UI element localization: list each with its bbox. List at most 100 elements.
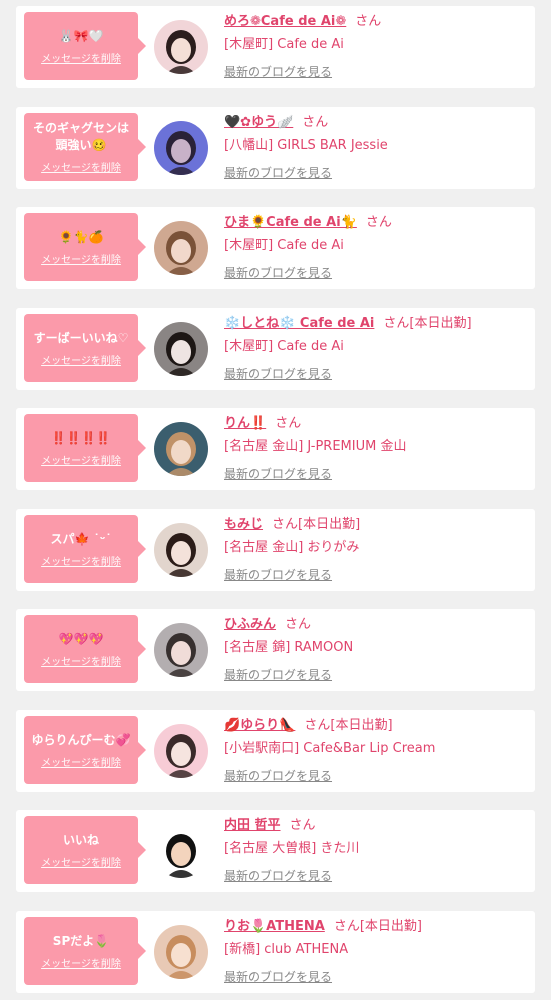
message-text: いいね [62,832,99,847]
shop-label: [名古屋 金山] おりがみ [224,540,360,555]
shop-label: [八幡山] GIRLS BAR Jessie [224,138,388,153]
latest-blog-link[interactable]: 最新のブログを見る [224,64,529,80]
honorific: さん [383,316,410,331]
sender-name-link[interactable]: りん‼️ [224,416,266,431]
latest-blog-link[interactable]: 最新のブログを見る [224,466,529,482]
message-bubble: スパ🍁 ˙ᵕ˙ メッセージを削除 [24,515,146,583]
delete-message-link[interactable]: メッセージを削除 [41,159,121,174]
latest-blog-link[interactable]: 最新のブログを見る [224,567,529,583]
message-text: 🌻🐈🍊 [58,229,104,244]
shop-label: [新橋] club ATHENA [224,942,349,957]
shop-label: [木屋町] Cafe de Ai [224,238,344,253]
shop-label: [名古屋 大曽根] きた川 [224,841,360,856]
honorific: さん [285,617,312,632]
delete-message-link[interactable]: メッセージを削除 [41,653,121,668]
sender-name-link[interactable]: ひふみん [224,617,276,632]
delete-message-link[interactable]: メッセージを削除 [41,754,121,769]
message-bubble: SPだよ🌷 メッセージを削除 [24,917,146,985]
message-text: 🐰🎀🤍 [58,28,104,43]
sender-name-link[interactable]: 💋ゆらり👠 [224,718,295,733]
message-card: 💖💖💖 メッセージを削除 ひふみん さん [名古屋 錦] RAMOON 最新のブロ… [16,609,535,691]
status-badge: [本日出勤] [359,919,422,934]
latest-blog-link[interactable]: 最新のブログを見る [224,868,529,884]
message-card: ‼️‼️‼️‼️ メッセージを削除 りん‼️ さん [名古屋 金山] J-PREM… [16,408,535,490]
avatar-photo [154,523,208,577]
message-text: 💖💖💖 [58,631,104,646]
latest-blog-link[interactable]: 最新のブログを見る [224,768,529,784]
honorific: さん [275,416,302,431]
status-badge: [本日出勤] [409,316,472,331]
latest-blog-link[interactable]: 最新のブログを見る [224,265,529,281]
sender-info: めろ❁Cafe de Ai❁ さん [木屋町] Cafe de Ai 最新のブログ… [224,13,529,80]
delete-message-link[interactable]: メッセージを削除 [41,50,121,65]
message-bubble: ゆらりんぴーむ💞 メッセージを削除 [24,716,146,784]
message-bubble: そのギャグセンは頭強い🥴 メッセージを削除 [24,113,146,181]
delete-message-link[interactable]: メッセージを削除 [41,854,121,869]
message-card: SPだよ🌷 メッセージを削除 りお🌷ATHENA さん[本日出勤] [新橋] cl… [16,911,535,993]
sender-info: もみじ さん[本日出勤] [名古屋 金山] おりがみ 最新のブログを見る [224,516,529,583]
honorific: さん [302,115,329,130]
message-text: ‼️‼️‼️‼️ [51,430,111,445]
delete-message-link[interactable]: メッセージを削除 [41,452,121,467]
message-bubble: ‼️‼️‼️‼️ メッセージを削除 [24,414,146,482]
avatar-photo [154,925,208,979]
sender-info: ひふみん さん [名古屋 錦] RAMOON 最新のブログを見る [224,616,529,683]
avatar[interactable] [154,523,208,577]
message-card: ゆらりんぴーむ💞 メッセージを削除 💋ゆらり👠 さん[本日出勤] [小岩駅南口] … [16,710,535,792]
latest-blog-link[interactable]: 最新のブログを見る [224,969,529,985]
sender-name-link[interactable]: もみじ [224,517,263,532]
message-bubble: 💖💖💖 メッセージを削除 [24,615,146,683]
message-text: すーばーいいね♡ [33,330,129,345]
sender-name-link[interactable]: ひま🌻Cafe de Ai🐈 [224,215,357,230]
sender-name-link[interactable]: ❄️しとね❄️ Cafe de Ai [224,316,374,331]
message-list: 🐰🎀🤍 メッセージを削除 めろ❁Cafe de Ai❁ さん [木屋町] Cafe… [0,0,551,1000]
message-text: SPだよ🌷 [52,933,110,948]
status-badge: [本日出勤] [298,517,361,532]
avatar[interactable] [154,322,208,376]
avatar-photo [154,422,208,476]
message-text: ゆらりんぴーむ💞 [31,732,131,747]
sender-info: りお🌷ATHENA さん[本日出勤] [新橋] club ATHENA 最新のブロ… [224,918,529,985]
sender-name-link[interactable]: 内田 哲平 [224,818,281,833]
message-bubble: いいね メッセージを削除 [24,816,146,884]
avatar-photo [154,121,208,175]
message-card: そのギャグセンは頭強い🥴 メッセージを削除 🖤✿ゆう🪽 さん [八幡山] GIRL… [16,107,535,189]
latest-blog-link[interactable]: 最新のブログを見る [224,667,529,683]
avatar-photo [154,221,208,275]
sender-info: 内田 哲平 さん [名古屋 大曽根] きた川 最新のブログを見る [224,817,529,884]
message-card: スパ🍁 ˙ᵕ˙ メッセージを削除 もみじ さん[本日出勤] [名古屋 金山] おり… [16,509,535,591]
latest-blog-link[interactable]: 最新のブログを見る [224,366,529,382]
avatar[interactable] [154,121,208,175]
avatar[interactable] [154,623,208,677]
message-text: そのギャグセンは頭強い🥴 [32,121,129,152]
delete-message-link[interactable]: メッセージを削除 [41,251,121,266]
avatar-photo [154,824,208,878]
avatar-photo [154,623,208,677]
message-text: スパ🍁 ˙ᵕ˙ [50,531,112,546]
avatar-photo [154,724,208,778]
avatar[interactable] [154,824,208,878]
message-card: 🐰🎀🤍 メッセージを削除 めろ❁Cafe de Ai❁ さん [木屋町] Cafe… [16,6,535,88]
status-badge: [本日出勤] [330,718,393,733]
sender-info: 🖤✿ゆう🪽 さん [八幡山] GIRLS BAR Jessie 最新のブログを見る [224,114,529,181]
sender-name-link[interactable]: めろ❁Cafe de Ai❁ [224,14,346,29]
avatar[interactable] [154,20,208,74]
honorific: さん [365,215,392,230]
delete-message-link[interactable]: メッセージを削除 [41,553,121,568]
honorific: さん [289,818,316,833]
avatar-photo [154,322,208,376]
sender-info: りん‼️ さん [名古屋 金山] J-PREMIUM 金山 最新のブログを見る [224,415,529,482]
sender-name-link[interactable]: 🖤✿ゆう🪽 [224,115,293,130]
delete-message-link[interactable]: メッセージを削除 [41,352,121,367]
message-bubble: すーばーいいね♡ メッセージを削除 [24,314,146,382]
avatar[interactable] [154,221,208,275]
avatar[interactable] [154,925,208,979]
avatar[interactable] [154,724,208,778]
sender-name-link[interactable]: りお🌷ATHENA [224,919,325,934]
avatar[interactable] [154,422,208,476]
avatar-photo [154,20,208,74]
latest-blog-link[interactable]: 最新のブログを見る [224,165,529,181]
delete-message-link[interactable]: メッセージを削除 [41,955,121,970]
honorific: さん [333,919,360,934]
honorific: さん [304,718,331,733]
